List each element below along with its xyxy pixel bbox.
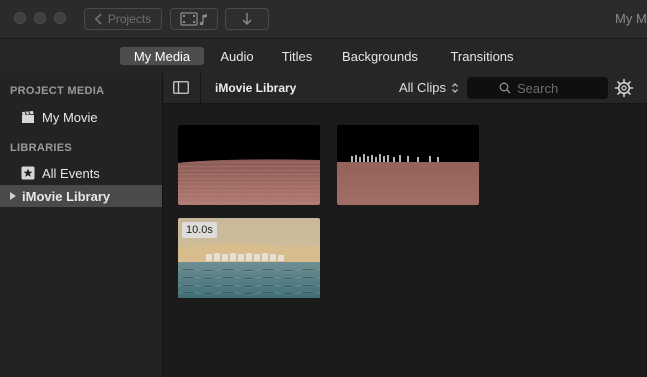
sidebar-toggle-icon — [173, 81, 189, 94]
tab-backgrounds[interactable]: Backgrounds — [336, 47, 424, 65]
tab-titles[interactable]: Titles — [272, 47, 322, 65]
browser-toolbar: iMovie Library All Clips Search — [163, 73, 647, 104]
back-button-label: Projects — [107, 12, 152, 26]
window-title: My M — [615, 11, 647, 26]
clapperboard-icon — [22, 111, 34, 123]
sidebar-item-imovie-library[interactable]: iMovie Library — [0, 185, 162, 207]
star-box-icon — [21, 166, 35, 180]
tab-transitions[interactable]: Transitions — [442, 47, 522, 65]
gear-icon — [614, 78, 634, 98]
import-button[interactable] — [225, 8, 269, 30]
project-media-heading: PROJECT MEDIA — [10, 85, 105, 97]
zoom-window-button[interactable] — [54, 12, 66, 24]
media-tab-bar: My Media Audio Titles Backgrounds Transi… — [0, 39, 647, 73]
tab-my-media[interactable]: My Media — [120, 47, 204, 65]
desert-horses-clip-image — [337, 125, 479, 205]
sidebar-item-label: iMovie Library — [22, 188, 111, 204]
clip-filter-select[interactable]: All Clips — [399, 80, 459, 95]
back-to-projects-button[interactable]: Projects — [84, 8, 162, 30]
close-window-button[interactable] — [14, 12, 26, 24]
media-browser: 10.0s — [163, 104, 647, 377]
imovie-window: Projects My M My Media Audio Titles Back… — [0, 0, 647, 377]
search-field[interactable]: Search — [467, 77, 608, 99]
library-title: iMovie Library — [215, 81, 297, 95]
clip-thumbnail[interactable]: 10.0s — [178, 218, 320, 298]
sidebar-item-label: All Events — [42, 165, 100, 181]
sidebar-item-my-movie[interactable]: My Movie — [0, 106, 162, 128]
chevron-left-icon — [94, 13, 102, 25]
clip-filter-value: All Clips — [399, 80, 446, 95]
search-icon — [499, 82, 511, 94]
title-bar: Projects My M — [0, 0, 647, 39]
toolbar-divider — [200, 73, 201, 103]
film-music-icon — [180, 12, 207, 26]
toggle-sidebar-button[interactable] — [173, 81, 189, 94]
desert-clip-image — [178, 125, 320, 205]
disclosure-triangle-icon[interactable] — [9, 191, 17, 201]
clip-thumbnail[interactable] — [337, 125, 479, 205]
search-placeholder: Search — [517, 80, 559, 96]
settings-button[interactable] — [614, 78, 634, 98]
clip-duration-badge: 10.0s — [182, 222, 217, 238]
clip-thumbnail[interactable] — [178, 125, 320, 205]
import-media-toggle-button[interactable] — [170, 8, 218, 30]
minimize-window-button[interactable] — [34, 12, 46, 24]
download-arrow-icon — [242, 13, 252, 25]
libraries-heading: LIBRARIES — [10, 142, 72, 154]
sidebar-item-label: My Movie — [42, 109, 98, 125]
updown-chevron-icon — [452, 82, 458, 93]
libraries-sidebar: PROJECT MEDIA My Movie LIBRARIES All Eve… — [0, 73, 163, 377]
tab-audio[interactable]: Audio — [212, 47, 262, 65]
sidebar-item-all-events[interactable]: All Events — [0, 162, 162, 184]
